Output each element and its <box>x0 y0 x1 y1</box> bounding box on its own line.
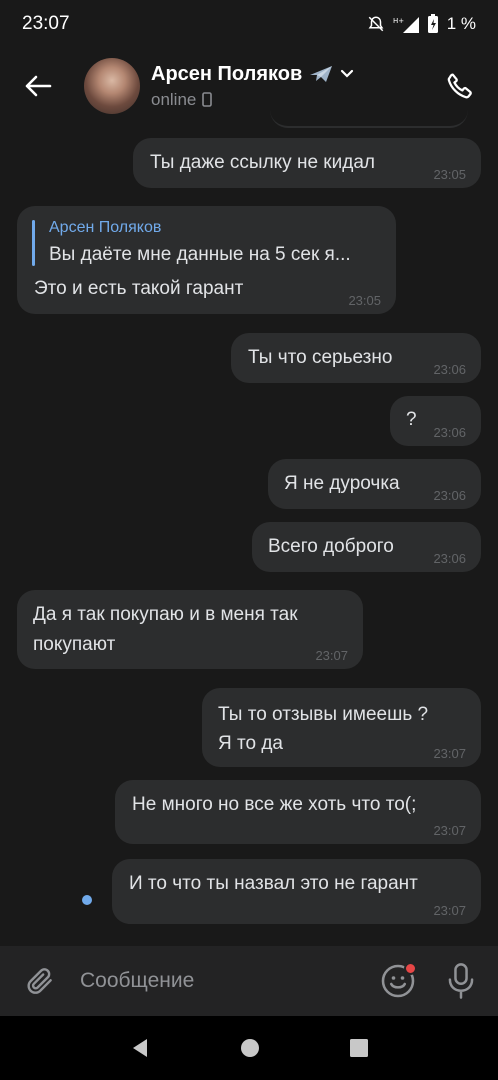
microphone-icon <box>448 963 474 999</box>
message-text: ? <box>406 409 417 430</box>
paperclip-icon <box>27 968 52 994</box>
airplane-icon <box>310 66 333 82</box>
previous-message-edge <box>270 108 468 128</box>
message-text: Это и есть такой гарант <box>34 278 244 299</box>
notification-dot <box>404 962 417 975</box>
message-text: Я не дурочка <box>284 473 400 494</box>
message-time: 23:07 <box>433 746 466 761</box>
message-composer: Сообщение <box>0 946 498 1016</box>
message-time: 23:06 <box>433 551 466 566</box>
attach-button[interactable] <box>22 963 58 999</box>
system-nav-bar <box>0 1016 498 1080</box>
message-text: Всего доброго <box>268 536 394 557</box>
back-button[interactable] <box>14 62 62 110</box>
status-time: 23:07 <box>22 13 70 34</box>
phone-icon <box>447 73 472 99</box>
reply-text[interactable]: Вы даёте мне данные на 5 сек я... <box>49 243 351 267</box>
unread-indicator <box>82 895 92 905</box>
message-bubble-out[interactable]: ? 23:06 <box>390 396 481 446</box>
avatar[interactable] <box>84 58 140 114</box>
message-bubble-in[interactable]: Да я так покупаю и в меня так покупают 2… <box>17 590 363 669</box>
chevron-down-icon <box>341 69 354 78</box>
reply-bar <box>32 220 35 266</box>
message-time: 23:05 <box>348 293 381 308</box>
message-time: 23:06 <box>433 362 466 377</box>
mobile-device-icon <box>202 92 213 107</box>
message-bubble-out[interactable]: Не много но все же хоть что то(; 23:07 <box>115 780 481 844</box>
message-text: И то что ты назвал это не гарант <box>129 873 418 894</box>
contact-name: Арсен Поляков <box>151 62 303 85</box>
signal-icon: H+ <box>393 17 419 33</box>
message-time: 23:06 <box>433 488 466 503</box>
contact-title[interactable]: Арсен Поляков online <box>151 63 436 110</box>
reply-author[interactable]: Арсен Поляков <box>49 218 161 238</box>
battery-text: 1 % <box>446 14 476 33</box>
message-bubble-out[interactable]: Ты даже ссылку не кидал 23:05 <box>133 138 481 188</box>
nav-home-icon[interactable] <box>239 1037 261 1059</box>
message-bubble-out[interactable]: Я не дурочка 23:06 <box>268 459 481 509</box>
message-bubble-out[interactable]: И то что ты назвал это не гарант 23:07 <box>112 859 481 924</box>
message-text: Не много но все же хоть что то(; <box>132 794 417 815</box>
message-bubble-out[interactable]: Всего доброго 23:06 <box>252 522 481 572</box>
message-text-line: покупают <box>33 634 116 655</box>
status-icons: H+ 1 % <box>367 14 476 34</box>
message-bubble-out[interactable]: Ты то отзывы имеешь ? Я то да 23:07 <box>202 688 481 767</box>
message-bubble-out[interactable]: Ты что серьезно 23:06 <box>231 333 481 383</box>
message-bubble-in[interactable]: Арсен Поляков Вы даёте мне данные на 5 с… <box>17 206 396 314</box>
message-time: 23:07 <box>433 903 466 918</box>
contact-status: online <box>151 89 197 109</box>
nav-recents-icon[interactable] <box>349 1038 369 1058</box>
nav-back-icon[interactable] <box>129 1037 151 1059</box>
battery-icon <box>427 14 438 33</box>
message-text: Ты что серьезно <box>248 347 393 368</box>
message-text-line: Я то да <box>218 733 283 754</box>
svg-text:H+: H+ <box>393 17 404 25</box>
message-time: 23:06 <box>433 425 466 440</box>
message-time: 23:07 <box>433 823 466 838</box>
message-text: Ты даже ссылку не кидал <box>150 152 375 173</box>
status-bar: 23:07 H+ 1 % <box>0 0 498 48</box>
voice-message-button[interactable] <box>446 962 476 1000</box>
message-time: 23:07 <box>315 648 348 663</box>
back-arrow-icon <box>25 75 52 97</box>
message-input[interactable]: Сообщение <box>80 969 380 993</box>
mute-bell-icon <box>368 16 384 32</box>
call-button[interactable] <box>436 62 484 110</box>
message-time: 23:05 <box>433 167 466 182</box>
message-text-line: Да я так покупаю и в меня так <box>33 604 298 625</box>
emoji-button[interactable] <box>380 962 417 999</box>
message-text-line: Ты то отзывы имеешь ? <box>218 704 429 725</box>
